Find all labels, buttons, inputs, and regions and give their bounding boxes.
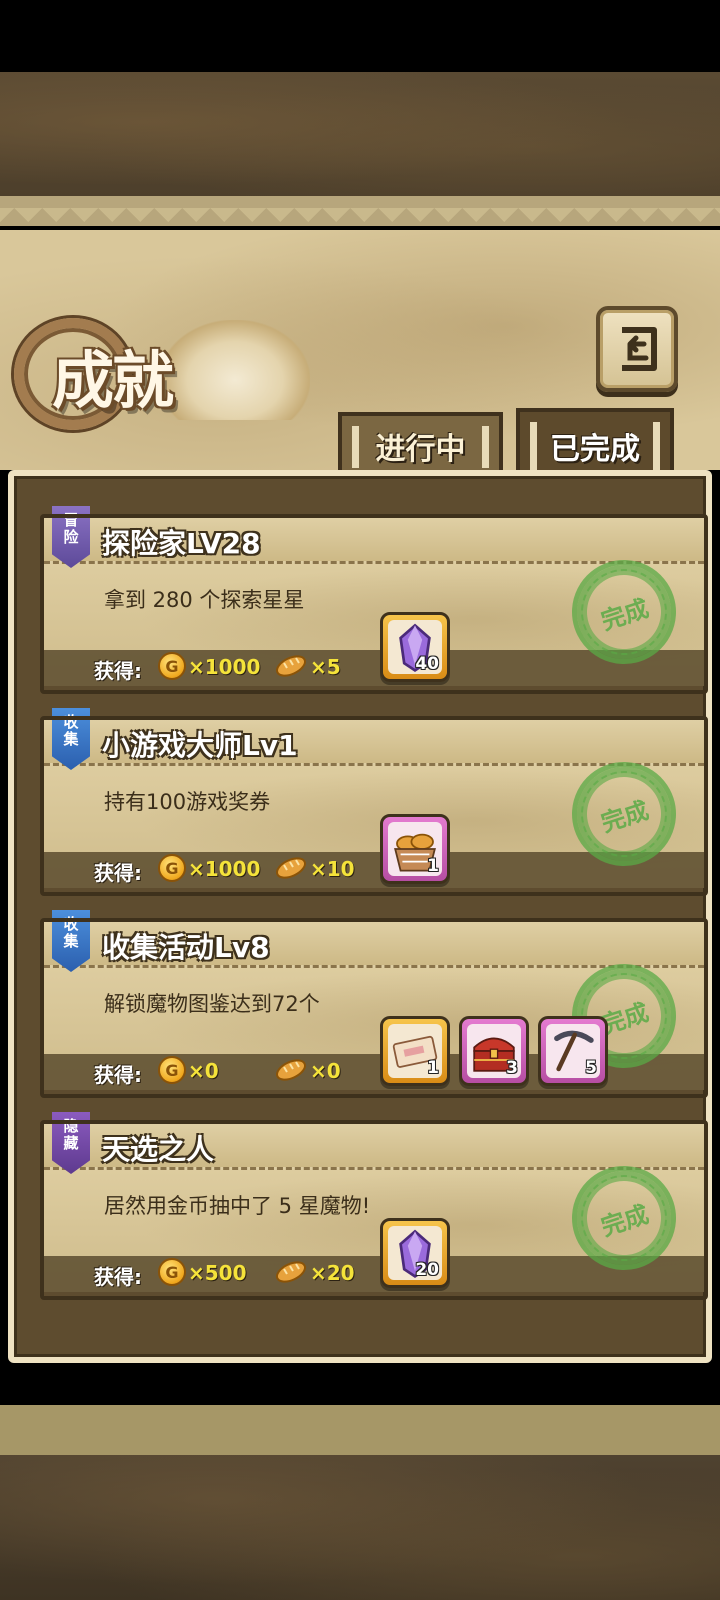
category-label: 收集 — [63, 713, 79, 748]
reward-label: 获得: — [94, 659, 142, 683]
bread-reward-amount: ×10 — [310, 857, 355, 881]
gold-coin-icon: G — [158, 1258, 186, 1286]
category-label: 隐藏 — [63, 1117, 79, 1152]
tab-label: 已完成 — [550, 432, 640, 467]
bread-reward-amount: ×20 — [310, 1261, 355, 1285]
achievement-card: 隐藏 天选之人 居然用金币抽中了 5 星魔物! 完成 获得: G ×500 ×2… — [40, 1112, 708, 1302]
bread-icon — [275, 655, 307, 677]
back-button[interactable] — [596, 306, 678, 392]
tab-edge — [482, 426, 489, 468]
item-count: 5 — [585, 1058, 597, 1078]
item-count: 1 — [427, 1058, 439, 1078]
item-count: 3 — [506, 1058, 518, 1078]
bread-icon — [275, 1261, 307, 1283]
coin-symbol: G — [165, 656, 179, 676]
reward-item[interactable]: 40 — [380, 612, 450, 682]
tab-label: 进行中 — [375, 432, 466, 467]
reward-item[interactable]: 1 — [380, 1016, 450, 1086]
coin-reward-amount: ×1000 — [188, 857, 261, 881]
status-bar — [0, 0, 720, 72]
coin-reward-amount: ×1000 — [188, 655, 261, 679]
map-background-bottom — [0, 1455, 720, 1600]
bread-icon — [275, 857, 307, 879]
achievement-card: 收集 收集活动Lv8 解锁魔物图鉴达到72个 完成 获得: G ×0 ×0 1 … — [40, 910, 708, 1100]
achievement-card: 冒险 探险家LV28 拿到 280 个探索星星 完成 获得: G ×1000 ×… — [40, 506, 708, 696]
reward-item[interactable]: 5 — [538, 1016, 608, 1086]
reward-item[interactable]: 3 — [459, 1016, 529, 1086]
map-background-top — [0, 72, 720, 197]
achievement-title: 小游戏大师Lv1 — [102, 729, 298, 762]
category-label: 收集 — [63, 915, 79, 950]
coin-symbol: G — [165, 1262, 179, 1282]
tab-edge — [352, 426, 359, 468]
achievement-description: 持有100游戏奖券 — [104, 790, 271, 814]
tab-edge — [653, 422, 660, 472]
gold-coin-icon: G — [158, 854, 186, 882]
achievement-card: 收集 小游戏大师Lv1 持有100游戏奖券 完成 获得: G ×1000 ×10… — [40, 708, 708, 898]
tab-in-progress[interactable]: 进行中 — [338, 412, 503, 476]
achievement-list-panel[interactable]: 冒险 探险家LV28 拿到 280 个探索星星 完成 获得: G ×1000 ×… — [8, 470, 712, 1363]
coin-reward-amount: ×0 — [188, 1059, 219, 1083]
item-count: 1 — [427, 856, 439, 876]
coin-symbol: G — [165, 858, 179, 878]
bread-reward-amount: ×0 — [310, 1059, 341, 1083]
reward-item[interactable]: 1 — [380, 814, 450, 884]
item-count: 40 — [415, 654, 439, 674]
achievement-title: 探险家LV28 — [102, 527, 261, 560]
coin-reward-amount: ×500 — [188, 1261, 247, 1285]
coin-symbol: G — [165, 1060, 179, 1080]
achievement-title: 天选之人 — [102, 1133, 215, 1166]
gold-coin-icon: G — [158, 652, 186, 680]
item-count: 20 — [415, 1260, 439, 1280]
reward-label: 获得: — [94, 1063, 142, 1087]
achievement-description: 拿到 280 个探索星星 — [104, 588, 305, 612]
gold-coin-icon: G — [158, 1056, 186, 1084]
achievement-description: 居然用金币抽中了 5 星魔物! — [104, 1194, 371, 1218]
bread-icon — [275, 1059, 307, 1081]
footer-band — [0, 1405, 720, 1455]
category-label: 冒险 — [63, 511, 79, 546]
reward-label: 获得: — [94, 861, 142, 885]
winged-emblem-icon — [160, 320, 310, 420]
return-arrow-icon — [622, 327, 657, 371]
achievement-title: 收集活动Lv8 — [102, 931, 270, 964]
bread-reward-amount: ×5 — [310, 655, 341, 679]
page-title: 成就 — [52, 344, 174, 417]
reward-label: 获得: — [94, 1265, 142, 1289]
tab-edge — [530, 422, 537, 472]
achievement-description: 解锁魔物图鉴达到72个 — [104, 992, 320, 1016]
reward-item[interactable]: 20 — [380, 1218, 450, 1288]
